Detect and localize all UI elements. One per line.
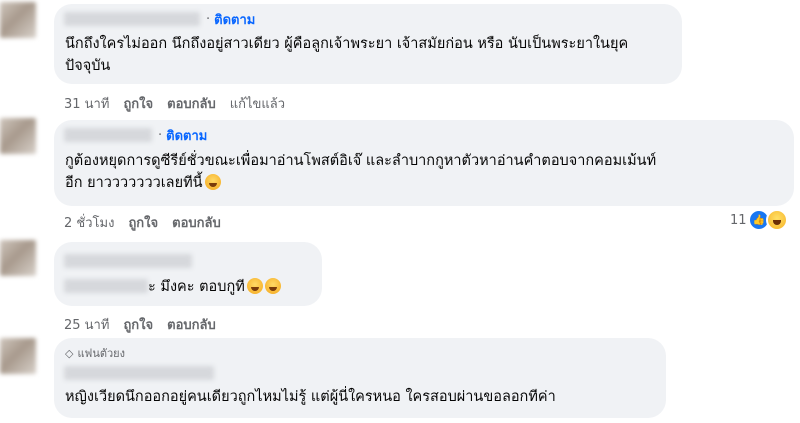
rolling-laughing-emoji [204, 174, 221, 190]
author-name-blurred[interactable] [64, 366, 214, 380]
avatar[interactable] [0, 338, 36, 374]
avatar[interactable] [0, 118, 36, 154]
like-button[interactable]: ถูกใจ [123, 93, 153, 114]
comment-header [64, 364, 214, 382]
comment-text-line: นึกถึงใครไม่ออก นึกถึงอยู่สาวเดียว ผู้คื… [65, 36, 629, 52]
author-name-blurred[interactable] [64, 128, 152, 142]
laughing-emoji [246, 278, 263, 294]
reply-button[interactable]: ตอบกลับ [172, 212, 221, 233]
comment-text-line-2: อีก ยาวววววววเลยทีนี้ [65, 172, 782, 194]
comment-text-line: กูต้องหยุดการดูซีรีย์ชั่วขณะเพื่อมาอ่านโ… [65, 153, 657, 169]
comment-actions: 2 ชั่วโมง ถูกใจ ตอบกลับ [64, 212, 235, 233]
top-fan-badge: ◇ แฟนตัวยง [65, 344, 125, 362]
comment-bubble: · ติดตาม นึกถึงใครไม่ออก นึกถึงอยู่สาวเด… [54, 4, 682, 84]
comment-time[interactable]: 31 นาที [64, 93, 109, 114]
comment-text-line: ปัจจุบัน [65, 58, 111, 74]
comment-time[interactable]: 25 นาที [64, 314, 109, 335]
comment-actions: 25 นาที ถูกใจ ตอบกลับ [64, 314, 230, 335]
comment-3: ะ มึงคะ ตอบกูที 25 นาที ถูกใจ ตอบกลับ [0, 234, 800, 338]
comment-header: · ติดตาม [64, 126, 207, 144]
reaction-count[interactable]: 11 [730, 213, 747, 228]
comment-bubble: · ติดตาม กูต้องหยุดการดูซีรีย์ชั่วขณะเพื… [54, 120, 794, 206]
comment-text-line: หญิงเวียดนึกออกอยู่คนเดียวถูกไหมไม่รู้ แ… [65, 389, 556, 405]
reply-button[interactable]: ตอบกลับ [167, 314, 216, 335]
follow-button[interactable]: ติดตาม [166, 125, 207, 146]
mention-blurred [64, 279, 148, 293]
comment-bubble: ◇ แฟนตัวยง หญิงเวียดนึกออกอยู่คนเดียวถูก… [54, 338, 666, 418]
separator-dot: · [206, 11, 211, 27]
comment-bubble: ะ มึงคะ ตอบกูที [54, 242, 322, 306]
comment-text: หญิงเวียดนึกออกอยู่คนเดียวถูกไหมไม่รู้ แ… [65, 386, 654, 408]
comment-4: ◇ แฟนตัวยง หญิงเวียดนึกออกอยู่คนเดียวถูก… [0, 338, 800, 423]
diamond-icon: ◇ [65, 346, 74, 360]
badge-label: แฟนตัวยง [77, 347, 126, 360]
avatar[interactable] [0, 240, 36, 276]
comment-2: · ติดตาม กูต้องหยุดการดูซีรีย์ชั่วขณะเพื… [0, 112, 800, 234]
author-name-blurred[interactable] [64, 254, 192, 268]
haha-reaction-icon[interactable] [766, 209, 788, 231]
comment-text: นึกถึงใครไม่ออก นึกถึงอยู่สาวเดียว ผู้คื… [65, 33, 670, 77]
edited-label[interactable]: แก้ไขแล้ว [230, 93, 285, 114]
avatar[interactable] [0, 2, 36, 38]
comment-text-line: ะ มึงคะ ตอบกูที [148, 279, 245, 295]
comment-1: · ติดตาม นึกถึงใครไม่ออก นึกถึงอยู่สาวเด… [0, 0, 800, 112]
reply-button[interactable]: ตอบกลับ [167, 93, 216, 114]
comment-text-line: อีก ยาวววววววเลยทีนี้ [65, 175, 203, 191]
follow-button[interactable]: ติดตาม [214, 9, 255, 30]
author-name-blurred[interactable] [64, 12, 200, 26]
like-button[interactable]: ถูกใจ [128, 212, 158, 233]
like-button[interactable]: ถูกใจ [123, 314, 153, 335]
comment-time[interactable]: 2 ชั่วโมง [64, 212, 114, 233]
comment-text: กูต้องหยุดการดูซีรีย์ชั่วขณะเพื่อมาอ่านโ… [65, 150, 782, 194]
comment-header: · ติดตาม [64, 10, 255, 28]
grinning-emoji [264, 278, 281, 294]
comment-actions: 31 นาที ถูกใจ ตอบกลับ แก้ไขแล้ว [64, 93, 299, 114]
comment-header [64, 252, 192, 270]
separator-dot: · [158, 127, 163, 143]
comment-text: ะ มึงคะ ตอบกูที [64, 276, 310, 298]
